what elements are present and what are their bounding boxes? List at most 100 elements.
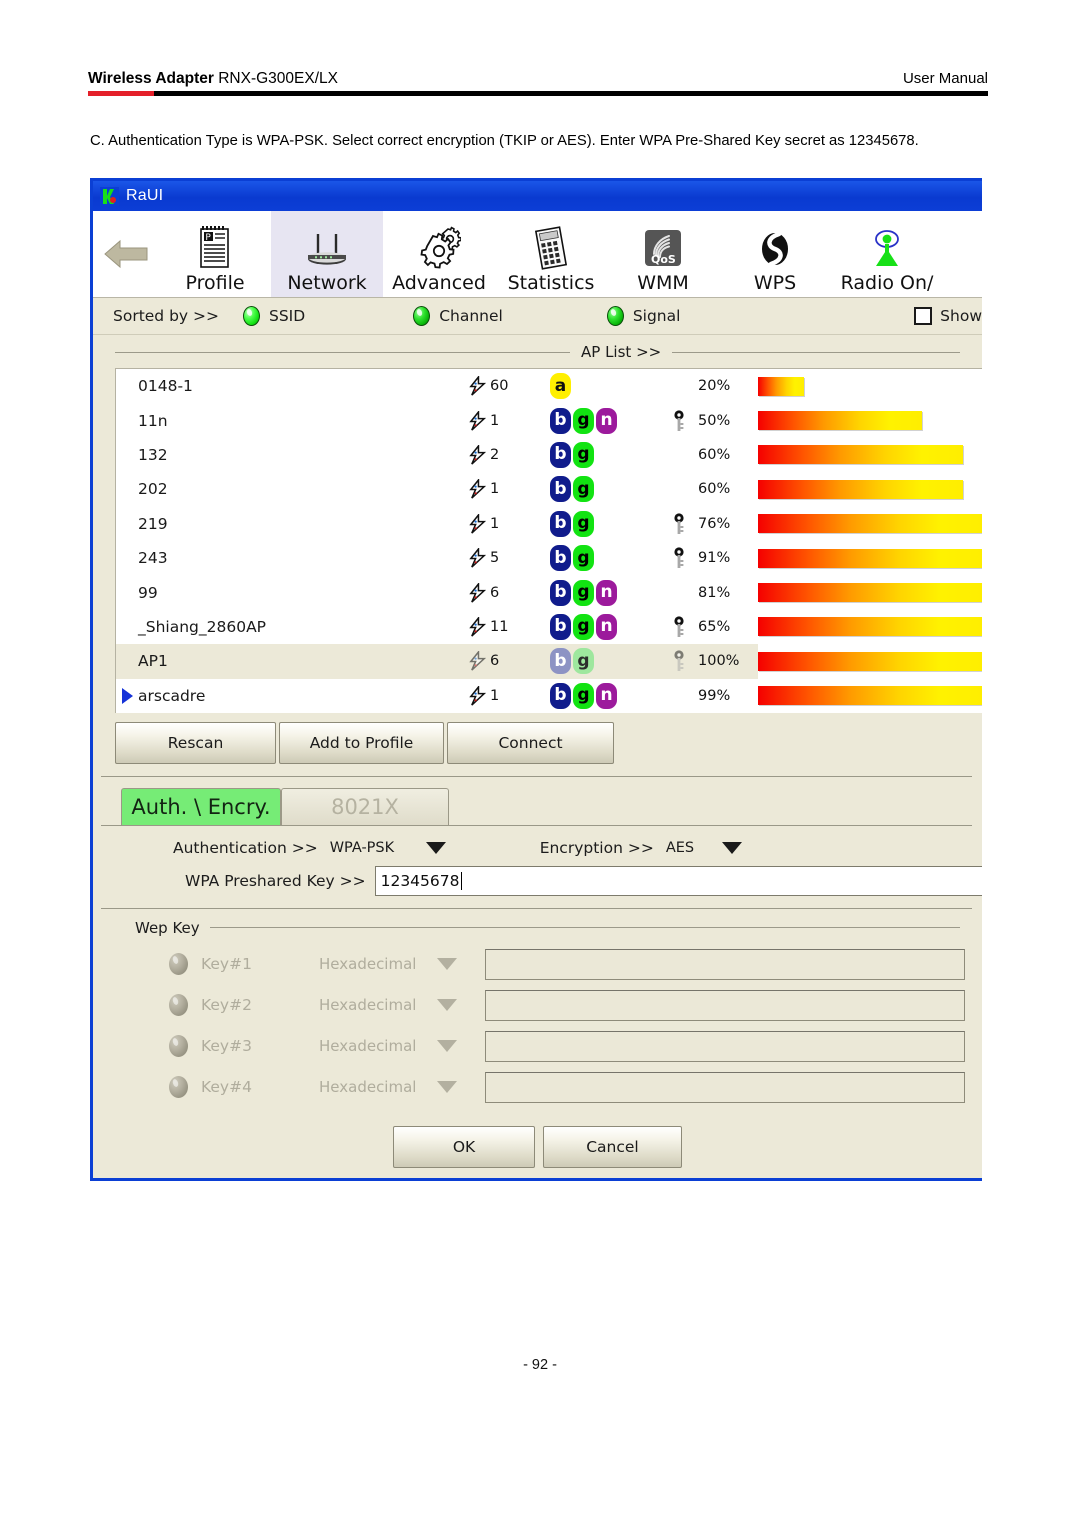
authentication-chevron-down-icon[interactable] bbox=[425, 841, 446, 854]
channel-value: 1 bbox=[490, 515, 500, 532]
table-row[interactable]: 99 6 b g n 81% bbox=[116, 575, 982, 610]
toolbar-item-advanced[interactable]: Advanced bbox=[383, 211, 495, 297]
back-button[interactable] bbox=[93, 211, 159, 297]
toolbar-item-wps[interactable]: WPS bbox=[719, 211, 831, 297]
wep-key-format-2[interactable]: Hexadecimal bbox=[319, 996, 437, 1014]
authentication-row: Authentication >> WPA-PSK Encryption >> … bbox=[93, 826, 982, 857]
radio-led-signal[interactable] bbox=[606, 306, 624, 326]
channel-cell: 1 bbox=[468, 685, 550, 706]
authentication-value[interactable]: WPA-PSK bbox=[330, 840, 426, 856]
window-title: RaUI bbox=[126, 187, 164, 204]
security-cell bbox=[660, 547, 698, 569]
sort-option-channel[interactable]: Channel bbox=[413, 306, 503, 326]
tab-auth-encry[interactable]: Auth. \ Encry. bbox=[121, 787, 281, 825]
cancel-button[interactable]: Cancel bbox=[543, 1125, 682, 1168]
band-badge-g: g bbox=[573, 441, 594, 468]
channel-cell: 6 bbox=[468, 651, 550, 671]
connect-button[interactable]: Connect bbox=[447, 721, 614, 764]
band-badge-b: b bbox=[550, 579, 571, 606]
channel-value: 60 bbox=[490, 378, 509, 395]
sort-label-signal: Signal bbox=[632, 307, 681, 325]
tab-8021x[interactable]: 8021X bbox=[281, 787, 449, 825]
ssid-cell: 243 bbox=[138, 549, 168, 568]
band-badge-g: g bbox=[573, 510, 594, 537]
table-row[interactable]: 243 5 b g 91% bbox=[116, 540, 982, 576]
wep-key-radio-3[interactable] bbox=[169, 1035, 188, 1058]
sort-option-signal[interactable]: Signal bbox=[606, 306, 681, 326]
wep-key-format-4[interactable]: Hexadecimal bbox=[319, 1078, 437, 1096]
table-row[interactable]: 132 2 b g 60% bbox=[116, 437, 982, 473]
wep-key-label-1: Key#1 bbox=[201, 955, 252, 974]
sort-option-ssid[interactable]: SSID bbox=[243, 306, 305, 326]
header-product-model: RNX-G300EX/LX bbox=[213, 70, 338, 87]
security-key-icon bbox=[674, 547, 684, 569]
wep-key-radio-2[interactable] bbox=[169, 994, 188, 1017]
wpa-preshared-key-row: WPA Preshared Key >> 12345678 bbox=[93, 857, 982, 896]
radio-led-ssid[interactable] bbox=[243, 306, 260, 326]
wep-key-chevron-down-icon-1[interactable] bbox=[437, 958, 457, 971]
show-checkbox-group[interactable]: Show bbox=[914, 307, 982, 325]
signal-percent: 60% bbox=[698, 481, 731, 498]
wep-key-row[interactable]: Key#2 Hexadecimal bbox=[93, 985, 982, 1026]
show-checkbox[interactable] bbox=[914, 307, 933, 325]
signal-percent: 76% bbox=[698, 515, 731, 532]
wep-key-rule bbox=[209, 927, 960, 929]
ap-list-table[interactable]: 0148-1 60 a 20% 11n 1 b g n 50% 132 2 b … bbox=[115, 368, 982, 713]
wep-key-title: Wep Key bbox=[135, 918, 200, 937]
table-row[interactable]: 11n 1 b g n 50% bbox=[116, 403, 982, 438]
ok-button[interactable]: OK bbox=[393, 1125, 535, 1168]
signal-percent: 65% bbox=[698, 618, 731, 635]
add-to-profile-button[interactable]: Add to Profile bbox=[279, 721, 444, 764]
wep-key-radio-1[interactable] bbox=[169, 953, 188, 976]
encryption-value[interactable]: AES bbox=[666, 840, 722, 856]
signal-bar-cell bbox=[758, 644, 982, 679]
header-doc-type: User Manual bbox=[902, 70, 988, 87]
wep-key-chevron-down-icon-2[interactable] bbox=[437, 999, 457, 1012]
table-row[interactable]: _Shiang_2860AP 11 b g n 65% bbox=[116, 609, 982, 645]
wps-icon bbox=[755, 226, 795, 270]
wpa-preshared-key-label: WPA Preshared Key >> bbox=[185, 871, 366, 890]
table-row[interactable]: AP1 6 b g 100% bbox=[116, 644, 982, 679]
wep-key-format-1[interactable]: Hexadecimal bbox=[319, 955, 437, 973]
wep-key-input-1[interactable] bbox=[485, 948, 965, 980]
band-badges: b g n bbox=[550, 579, 660, 606]
gears-icon bbox=[417, 226, 461, 270]
toolbar-item-radio[interactable]: Radio On/ bbox=[831, 211, 943, 297]
wep-key-row[interactable]: Key#3 Hexadecimal bbox=[93, 1026, 982, 1067]
signal-bar bbox=[758, 479, 964, 499]
wep-key-input-3[interactable] bbox=[485, 1030, 965, 1062]
signal-bar bbox=[758, 411, 923, 431]
sort-label-channel: Channel bbox=[439, 307, 503, 325]
security-key-icon bbox=[674, 616, 684, 637]
table-row[interactable]: 219 1 b g 76% bbox=[116, 506, 982, 541]
rescan-button[interactable]: Rescan bbox=[115, 721, 276, 764]
wep-key-label-3: Key#3 bbox=[201, 1037, 252, 1056]
header-rule bbox=[88, 91, 988, 96]
channel-cell: 2 bbox=[468, 444, 550, 465]
wep-key-chevron-down-icon-3[interactable] bbox=[437, 1040, 457, 1053]
table-row[interactable]: arscadre 1 b g n 99% bbox=[116, 678, 982, 713]
wep-key-radio-4[interactable] bbox=[169, 1076, 188, 1099]
wep-key-row[interactable]: Key#4 Hexadecimal bbox=[93, 1067, 982, 1108]
band-badge-b: b bbox=[550, 545, 571, 572]
wep-key-chevron-down-icon-4[interactable] bbox=[437, 1081, 457, 1094]
wep-key-input-2[interactable] bbox=[485, 989, 965, 1021]
wep-key-row[interactable]: Key#1 Hexadecimal bbox=[93, 944, 982, 985]
toolbar-item-statistics[interactable]: Statistics bbox=[495, 211, 607, 297]
wep-key-format-3[interactable]: Hexadecimal bbox=[319, 1037, 437, 1055]
toolbar-item-profile[interactable]: P Profile bbox=[159, 211, 271, 297]
toolbar-item-network[interactable]: Network bbox=[271, 211, 383, 297]
band-badge-b: b bbox=[550, 441, 571, 468]
toolbar-item-wmm[interactable]: QoS WMM bbox=[607, 211, 719, 297]
encryption-chevron-down-icon[interactable] bbox=[721, 841, 742, 854]
channel-value: 1 bbox=[490, 687, 500, 704]
table-row[interactable]: 202 1 b g 60% bbox=[116, 472, 982, 507]
table-row[interactable]: 0148-1 60 a 20% bbox=[116, 369, 982, 404]
ssid-cell: arscadre bbox=[138, 686, 206, 705]
router-icon bbox=[305, 226, 349, 270]
radio-led-channel[interactable] bbox=[413, 306, 431, 326]
wpa-preshared-key-input[interactable]: 12345678 bbox=[374, 865, 982, 896]
wep-key-input-4[interactable] bbox=[485, 1071, 965, 1103]
band-badge-g: g bbox=[573, 476, 594, 503]
band-badge-a: a bbox=[550, 373, 571, 400]
